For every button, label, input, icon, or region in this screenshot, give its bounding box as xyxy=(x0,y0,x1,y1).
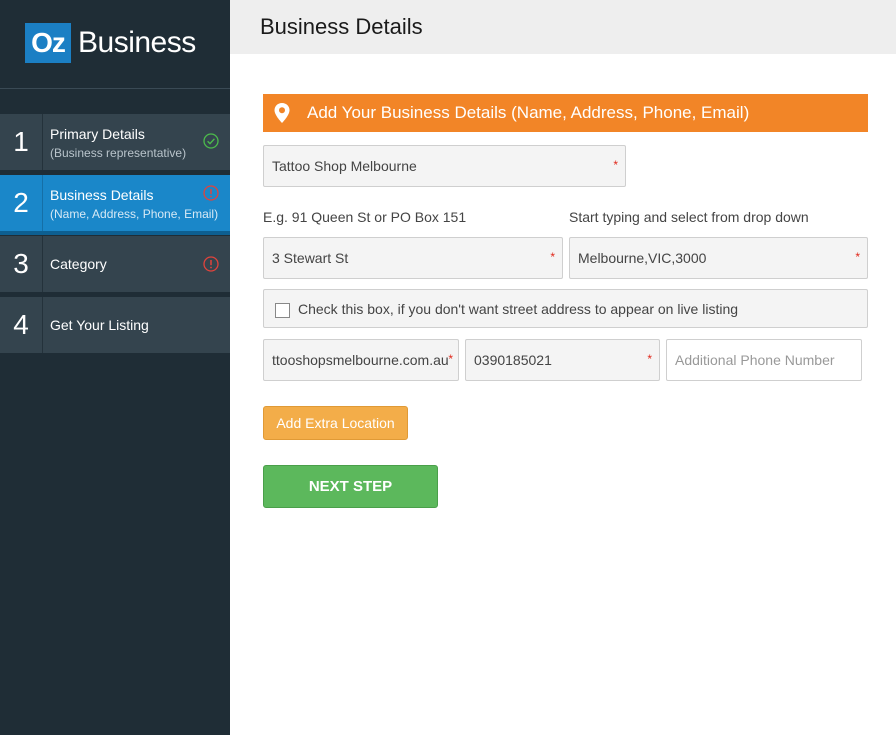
suburb-hint: Start typing and select from drop down xyxy=(569,209,809,225)
page-title: Business Details xyxy=(260,14,423,39)
step-get-your-listing[interactable]: 4 Get Your Listing xyxy=(0,297,230,353)
step-number: 1 xyxy=(0,114,43,170)
step-number: 2 xyxy=(0,175,43,231)
website-value: ttooshopsmelbourne.com.au xyxy=(272,352,449,368)
website-input[interactable]: ttooshopsmelbourne.com.au * xyxy=(263,339,459,381)
logo-text: Business xyxy=(78,26,196,59)
logo[interactable]: Oz Business xyxy=(25,23,196,63)
street-address-input[interactable]: 3 Stewart St * xyxy=(263,237,563,279)
step-number: 3 xyxy=(0,236,43,292)
logo-mark: Oz xyxy=(25,23,71,63)
add-extra-location-button[interactable]: Add Extra Location xyxy=(263,406,408,440)
step-title: Primary Details xyxy=(50,126,145,142)
phone-value: 0390185021 xyxy=(474,352,552,368)
page-header: Business Details xyxy=(230,0,896,54)
step-title: Business Details xyxy=(50,187,154,203)
banner-title: Add Your Business Details (Name, Address… xyxy=(307,103,750,122)
step-subtitle: (Name, Address, Phone, Email) xyxy=(50,207,219,221)
required-marker: * xyxy=(647,352,652,366)
required-marker: * xyxy=(448,352,453,366)
next-step-button[interactable]: NEXT STEP xyxy=(263,465,438,508)
street-address-value: 3 Stewart St xyxy=(272,250,349,266)
step-primary-details[interactable]: 1 Primary Details (Business representati… xyxy=(0,114,230,170)
required-marker: * xyxy=(613,158,618,172)
business-name-value: Tattoo Shop Melbourne xyxy=(272,158,417,174)
sidebar-divider xyxy=(0,88,230,89)
map-pin-icon xyxy=(274,103,290,123)
step-number: 4 xyxy=(0,297,43,353)
step-subtitle: (Business representative) xyxy=(50,146,187,160)
hide-address-label[interactable]: Check this box, if you don't want street… xyxy=(298,301,738,317)
sidebar: Oz Business 1 Primary Details (Business … xyxy=(0,0,230,735)
hide-address-row: Check this box, if you don't want street… xyxy=(263,289,868,328)
suburb-value: Melbourne,VIC,3000 xyxy=(578,250,707,266)
required-marker: * xyxy=(550,250,555,264)
step-business-details[interactable]: 2 Business Details (Name, Address, Phone… xyxy=(0,175,230,235)
additional-phone-input[interactable]: Additional Phone Number xyxy=(666,339,862,381)
additional-phone-placeholder: Additional Phone Number xyxy=(675,352,835,368)
phone-input[interactable]: 0390185021 * xyxy=(465,339,660,381)
active-step-underline xyxy=(0,231,230,235)
hide-address-checkbox[interactable] xyxy=(275,303,290,318)
step-category[interactable]: 3 Category xyxy=(0,236,230,292)
section-banner: Add Your Business Details (Name, Address… xyxy=(263,94,868,132)
street-hint: E.g. 91 Queen St or PO Box 151 xyxy=(263,209,467,225)
step-title: Category xyxy=(50,256,107,272)
required-marker: * xyxy=(855,250,860,264)
alert-circle-icon xyxy=(203,256,219,272)
alert-circle-icon xyxy=(203,185,219,201)
suburb-input[interactable]: Melbourne,VIC,3000 * xyxy=(569,237,868,279)
business-name-input[interactable]: Tattoo Shop Melbourne * xyxy=(263,145,626,187)
check-circle-icon xyxy=(203,133,219,149)
step-title: Get Your Listing xyxy=(50,317,149,333)
